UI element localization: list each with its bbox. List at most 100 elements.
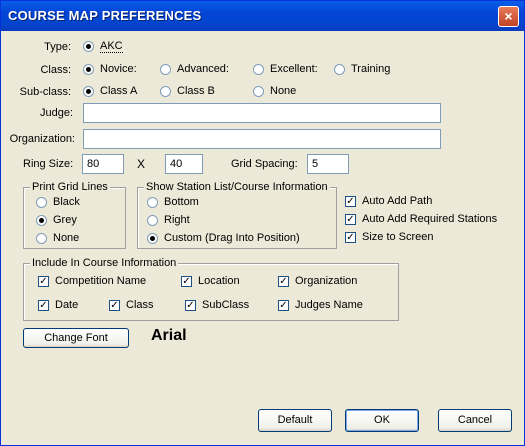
checkbox-indicator: ✓ — [345, 213, 356, 225]
change-font-button[interactable]: Change Font — [23, 328, 129, 348]
auto-add-path-checkbox[interactable]: ✓ Auto Add Path — [345, 195, 432, 207]
radio-indicator — [160, 85, 171, 97]
radio-indicator — [160, 63, 171, 75]
subclass-option-label: Class A — [100, 85, 138, 97]
subclass-radio-none[interactable]: None — [253, 85, 296, 97]
checkbox-label: Auto Add Path — [362, 195, 433, 207]
location-checkbox[interactable]: ✓ Location — [181, 275, 240, 287]
type-radio-akc[interactable]: AKC — [83, 40, 123, 53]
preferences-dialog: COURSE MAP PREFERENCES × Type: AKC Class… — [0, 0, 525, 446]
course-info-group: Include In Course Information ✓ Competit… — [23, 257, 399, 321]
radio-indicator — [147, 214, 158, 226]
station-option-label: Bottom — [164, 196, 199, 208]
dialog-body: Type: AKC Class: Novice: Advanced: Excel… — [3, 31, 522, 443]
checkbox-indicator: ✓ — [38, 299, 49, 311]
organization-checkbox[interactable]: ✓ Organization — [278, 275, 357, 287]
subclass-option-label: None — [270, 85, 297, 97]
station-option-label: Right — [164, 214, 190, 226]
radio-indicator — [83, 41, 94, 52]
course-info-title: Include In Course Information — [30, 257, 179, 269]
radio-indicator — [147, 232, 158, 244]
radio-indicator — [36, 232, 47, 244]
station-list-title: Show Station List/Course Information — [144, 181, 330, 193]
checkbox-label: Class — [126, 299, 154, 311]
radio-indicator — [334, 63, 345, 75]
class-option-label: Novice: — [100, 63, 137, 75]
judge-label: Judge: — [39, 107, 73, 119]
checkbox-indicator: ✓ — [38, 275, 49, 287]
ok-button[interactable]: OK — [345, 409, 419, 432]
radio-indicator — [83, 85, 94, 97]
radio-indicator — [36, 196, 47, 208]
grid-option-label: None — [53, 232, 80, 244]
title-bar[interactable]: COURSE MAP PREFERENCES × — [1, 1, 524, 31]
print-grid-lines-group: Print Grid Lines Black Grey None — [23, 181, 126, 249]
close-button[interactable]: × — [498, 6, 519, 27]
checkbox-indicator: ✓ — [345, 231, 356, 243]
grid-option-label: Black — [53, 196, 80, 208]
station-option-label: Custom (Drag Into Position) — [164, 232, 300, 244]
station-list-group: Show Station List/Course Information Bot… — [137, 181, 337, 249]
default-button[interactable]: Default — [258, 409, 332, 432]
auto-add-required-stations-checkbox[interactable]: ✓ Auto Add Required Stations — [345, 213, 497, 225]
cancel-button[interactable]: Cancel — [438, 409, 512, 432]
class-label: Class: — [40, 64, 71, 76]
checkbox-label: Judges Name — [295, 299, 363, 311]
organization-label: Organization: — [9, 133, 75, 145]
checkbox-label: Size to Screen — [362, 231, 434, 243]
class-option-label: Training — [351, 63, 391, 75]
class-option-label: Excellent: — [270, 63, 318, 75]
judges-name-checkbox[interactable]: ✓ Judges Name — [278, 299, 363, 311]
station-radio-right[interactable]: Right — [147, 214, 190, 226]
print-grid-lines-title: Print Grid Lines — [30, 181, 110, 193]
grid-option-label: Grey — [53, 214, 77, 226]
grid-spacing-label: Grid Spacing: — [231, 158, 298, 170]
organization-input[interactable] — [83, 129, 441, 149]
class-radio-excellent[interactable]: Excellent: — [253, 63, 318, 75]
subclass-option-label: Class B — [177, 85, 215, 97]
checkbox-label: SubClass — [202, 299, 250, 311]
checkbox-indicator: ✓ — [109, 299, 120, 311]
checkbox-label: Auto Add Required Stations — [362, 213, 498, 225]
grid-radio-none[interactable]: None — [36, 232, 79, 244]
current-font-sample: Arial — [151, 327, 187, 344]
radio-indicator — [253, 85, 264, 97]
type-option-label: AKC — [100, 40, 123, 53]
grid-radio-grey[interactable]: Grey — [36, 214, 77, 226]
grid-radio-black[interactable]: Black — [36, 196, 80, 208]
radio-indicator — [147, 196, 158, 208]
judge-input[interactable] — [83, 103, 441, 123]
checkbox-indicator: ✓ — [185, 299, 196, 311]
checkbox-label: Location — [198, 275, 240, 287]
ring-size-label: Ring Size: — [23, 158, 74, 170]
checkbox-indicator: ✓ — [181, 275, 192, 287]
class-radio-novice[interactable]: Novice: — [83, 63, 137, 75]
competition-name-checkbox[interactable]: ✓ Competition Name — [38, 275, 146, 287]
checkbox-indicator: ✓ — [278, 299, 289, 311]
window-title: COURSE MAP PREFERENCES — [8, 8, 202, 23]
date-checkbox[interactable]: ✓ Date — [38, 299, 78, 311]
type-label: Type: — [44, 41, 71, 53]
subclass-label: Sub-class: — [19, 86, 71, 98]
subclass-radio-class-b[interactable]: Class B — [160, 85, 215, 97]
ring-height-input[interactable]: 40 — [165, 154, 203, 174]
grid-spacing-input[interactable]: 5 — [307, 154, 349, 174]
subclass-checkbox[interactable]: ✓ SubClass — [185, 299, 249, 311]
station-radio-bottom[interactable]: Bottom — [147, 196, 199, 208]
checkbox-label: Date — [55, 299, 79, 311]
radio-indicator — [253, 63, 264, 75]
checkbox-indicator: ✓ — [278, 275, 289, 287]
subclass-radio-class-a[interactable]: Class A — [83, 85, 137, 97]
size-to-screen-checkbox[interactable]: ✓ Size to Screen — [345, 231, 434, 243]
class-radio-advanced[interactable]: Advanced: — [160, 63, 229, 75]
ring-width-input[interactable]: 80 — [82, 154, 124, 174]
class-option-label: Advanced: — [177, 63, 229, 75]
checkbox-label: Competition Name — [55, 275, 147, 287]
class-checkbox[interactable]: ✓ Class — [109, 299, 154, 311]
class-radio-training[interactable]: Training — [334, 63, 390, 75]
ring-size-separator: X — [137, 157, 146, 171]
radio-indicator — [36, 214, 47, 226]
checkbox-label: Organization — [295, 275, 358, 287]
radio-indicator — [83, 63, 94, 75]
station-radio-custom[interactable]: Custom (Drag Into Position) — [147, 232, 300, 244]
